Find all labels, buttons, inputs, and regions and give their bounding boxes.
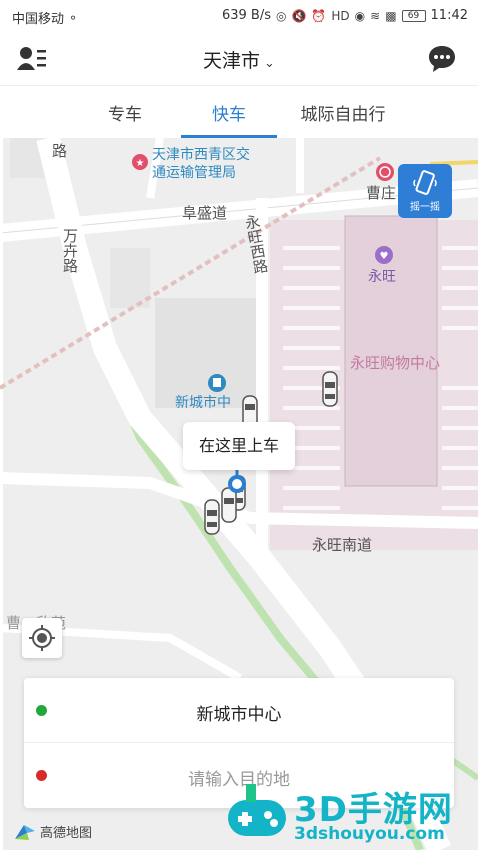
tab-express[interactable]: 快车 [177, 86, 281, 138]
shake-button[interactable]: 摇一摇 [398, 164, 452, 218]
start-location: 新城市中心 [196, 705, 282, 725]
svg-text:♥: ♥ [380, 251, 389, 262]
poi-aeon: 永旺 [368, 269, 396, 285]
svg-text:★: ★ [136, 158, 145, 169]
mall-label: 永旺购物中心 [350, 354, 441, 372]
amap-logo-icon [15, 824, 35, 840]
shake-phone-icon [413, 170, 437, 195]
title-bar: 天津市 ⌄ [0, 32, 478, 86]
wifi-icon: ≋ [370, 8, 381, 23]
start-location-row[interactable]: 新城市中心 [24, 678, 454, 743]
watermark-url: 3dshouyou.com [294, 824, 445, 844]
eye-icon: ◉ [354, 8, 366, 23]
pickup-hint[interactable]: 在这里上车 [183, 422, 295, 470]
tab-intercity[interactable]: 城际自由行 [281, 86, 405, 138]
city-label: 天津市 [203, 50, 261, 72]
city-selector[interactable]: 天津市 ⌄ [0, 46, 478, 73]
road-label: 路 [52, 142, 68, 160]
alarm-icon: ⏰ [311, 8, 327, 23]
location-icon: ◎ [275, 8, 287, 23]
locate-icon [29, 625, 55, 651]
watermark-logo-icon [228, 784, 286, 836]
road-label-caozhuang: 曹庄 [366, 184, 397, 202]
shake-label: 摇一摇 [410, 202, 440, 213]
road-label-fusheng: 阜盛道 [182, 204, 228, 222]
wechat-icon: ⚬ [68, 10, 79, 25]
status-bar: 中国移动 ⚬ 639 B/s ◎ 🔇 ⏰ HD ◉ ≋ ▩ 69 11:42 [0, 0, 478, 32]
battery-icon: 69 [401, 9, 426, 22]
amap-logo-label: 高德地图 [40, 826, 93, 841]
watermark: 3D手游网 3dshouyou.com [224, 778, 478, 850]
car-icon [322, 371, 338, 407]
poi-center: 新城市中 [175, 395, 231, 411]
chevron-down-icon: ⌄ [264, 56, 275, 71]
poi-traffic-label: 天津市西青区交 通运输管理局 [152, 147, 250, 181]
road-label-wanhui: 万卉路 [61, 228, 79, 273]
net-speed: 639 B/s [221, 8, 271, 23]
service-tabs: 专车 快车 城际自由行 [0, 86, 478, 138]
poi-traffic-bureau: 天津市西青区交 通运输管理局 [152, 146, 250, 182]
car-icon [204, 499, 220, 535]
mute-icon: 🔇 [291, 8, 307, 23]
road-label-yongwang-south: 永旺南道 [312, 536, 373, 554]
car-icon [221, 487, 237, 523]
message-icon[interactable] [426, 43, 458, 75]
hd-icon: HD [331, 8, 350, 23]
signal-icon: ▩ [385, 8, 397, 23]
carrier-label: 中国移动 [12, 12, 65, 27]
tab-premium[interactable]: 专车 [73, 86, 177, 138]
locate-button[interactable] [22, 618, 62, 658]
clock: 11:42 [430, 8, 468, 23]
amap-logo: 高德地图 [14, 822, 92, 841]
